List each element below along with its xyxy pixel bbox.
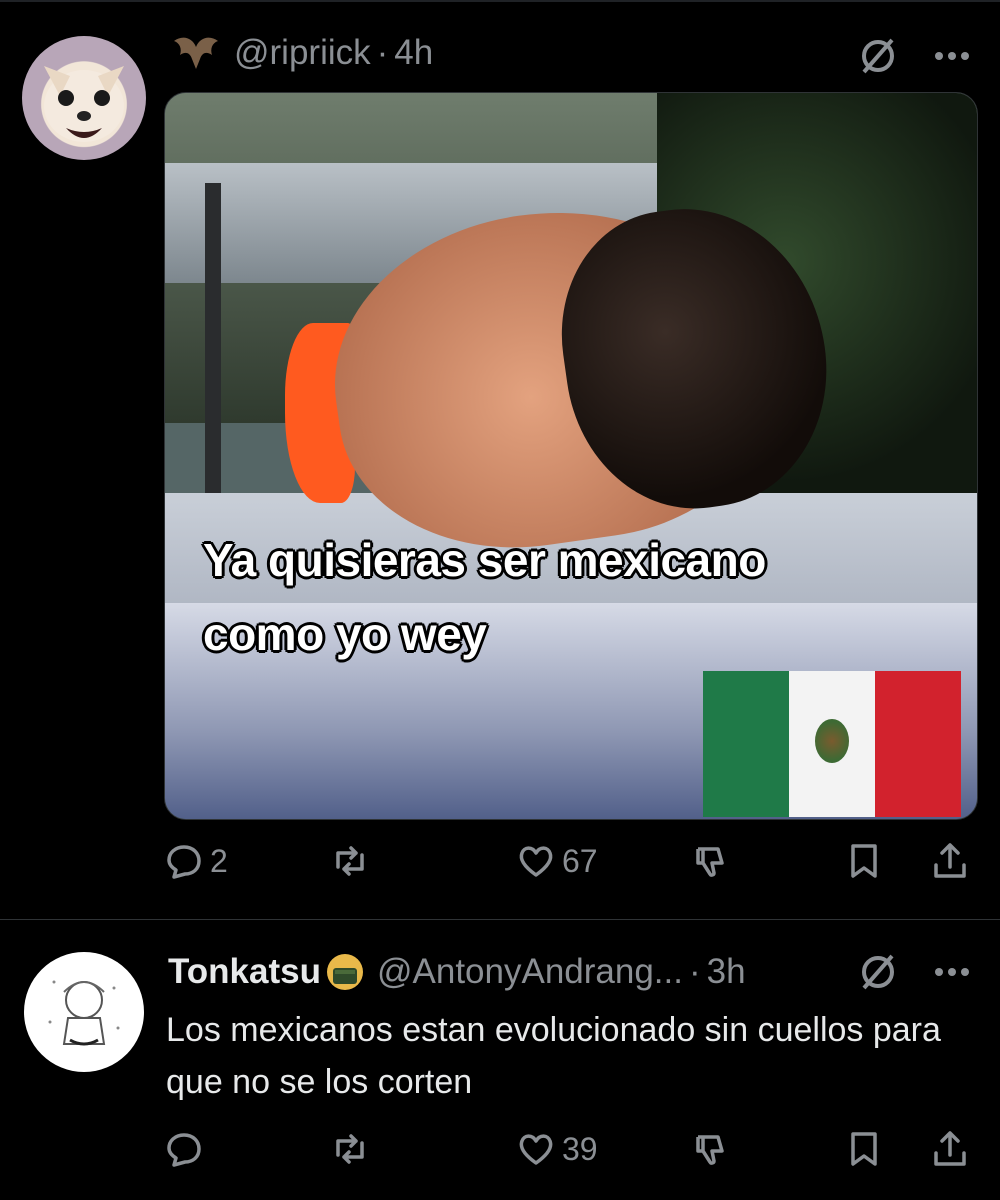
author-handle[interactable]: @AntonyAndrang...: [377, 952, 683, 992]
heart-icon: [519, 846, 553, 877]
bookmark-button[interactable]: [844, 836, 884, 886]
image-pole: [205, 183, 221, 503]
bat-icon: [174, 37, 218, 69]
meta-separator: ·: [688, 952, 701, 991]
author-display-name[interactable]: Tonkatsu: [168, 952, 321, 992]
downvote-icon: [696, 1135, 724, 1165]
reply-header: Tonkatsu @AntonyAndrang... · 3h: [168, 948, 746, 996]
post-time[interactable]: 4h: [394, 33, 433, 73]
like-count: 39: [562, 1130, 598, 1167]
like-count: 67: [562, 842, 598, 879]
onigiri-badge-icon: [326, 954, 363, 990]
share-icon: [934, 1131, 966, 1166]
reply-count: 2: [210, 842, 228, 879]
post-action-bar: 2 67: [164, 836, 976, 886]
post-divider: [0, 919, 1000, 920]
share-button[interactable]: [930, 1124, 970, 1174]
reply-action-bar: 39: [164, 1124, 976, 1174]
share-button[interactable]: [930, 836, 970, 886]
downvote-button[interactable]: [688, 1124, 728, 1174]
avatar[interactable]: [22, 36, 146, 160]
meta-separator: ·: [376, 33, 389, 72]
downvote-icon: [696, 847, 724, 877]
tweet-post[interactable]: @ripriick · 4h Ya quisieras ser mexicano…: [0, 0, 1000, 920]
post-header: @ripriick · 4h: [172, 30, 433, 76]
post-time[interactable]: 3h: [707, 952, 746, 992]
more-icon[interactable]: [934, 967, 970, 977]
heart-icon: [519, 1134, 553, 1165]
bookmark-icon: [851, 844, 877, 878]
bookmark-icon: [851, 1132, 877, 1166]
repost-button[interactable]: [330, 836, 376, 886]
flag-emblem-icon: [815, 719, 849, 763]
reply-button[interactable]: 2: [164, 836, 228, 886]
share-icon: [934, 843, 966, 878]
repost-icon: [336, 1134, 364, 1164]
repost-button[interactable]: [330, 1124, 376, 1174]
post-image[interactable]: Ya quisieras ser mexicano como yo wey: [164, 92, 978, 820]
grok-icon[interactable]: [858, 36, 898, 76]
like-button[interactable]: 67: [516, 836, 598, 886]
grok-icon[interactable]: [858, 952, 898, 992]
reply-icon: [167, 845, 201, 879]
bookmark-button[interactable]: [844, 1124, 884, 1174]
meme-caption-line-1: Ya quisieras ser mexicano: [203, 534, 766, 586]
reply-button[interactable]: [164, 1124, 210, 1174]
more-icon[interactable]: [934, 51, 970, 61]
meme-caption-line-2: como yo wey: [203, 608, 487, 660]
reply-avatar[interactable]: [24, 952, 144, 1072]
downvote-button[interactable]: [688, 836, 728, 886]
post-top-actions: [858, 36, 970, 76]
reply-icon: [167, 1133, 201, 1167]
mexico-flag: [703, 671, 961, 817]
reply-body-text: Los mexicanos estan evolucionado sin cue…: [166, 1011, 941, 1101]
reply-top-actions: [858, 952, 970, 992]
author-handle[interactable]: @ripriick: [234, 33, 371, 73]
repost-icon: [336, 846, 364, 876]
like-button[interactable]: 39: [516, 1124, 598, 1174]
